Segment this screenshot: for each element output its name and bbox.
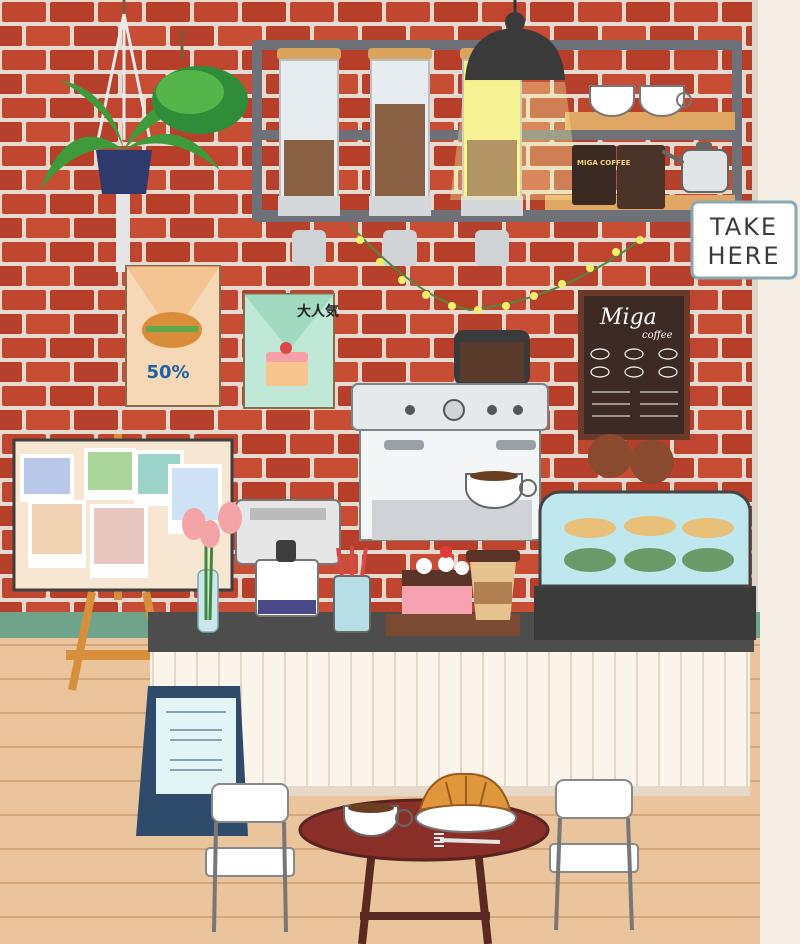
menu-board: Miga coffee <box>578 290 690 440</box>
coffee-bags: MIGA COFFEE <box>572 145 665 209</box>
poster-sale-text: 50% <box>146 362 189 383</box>
menu-brand: Miga <box>599 305 657 330</box>
menu-subtitle: coffee <box>642 330 673 341</box>
straw-cup <box>333 546 371 633</box>
coffee-bag-label: MIGA COFFEE <box>577 159 631 167</box>
poster-sandwich: 50% <box>125 265 221 407</box>
take-here-line-2: HERE <box>707 242 780 270</box>
poster-jp-text: 大人気 <box>297 303 339 320</box>
cafe-scene: MIGA COFFEE TAKE HERE 50% 大人気 Miga coffe… <box>0 0 800 944</box>
poster-cake: 大人気 <box>243 293 339 409</box>
take-here-sign: TAKE HERE <box>690 200 798 280</box>
take-here-line-1: TAKE <box>709 213 778 241</box>
